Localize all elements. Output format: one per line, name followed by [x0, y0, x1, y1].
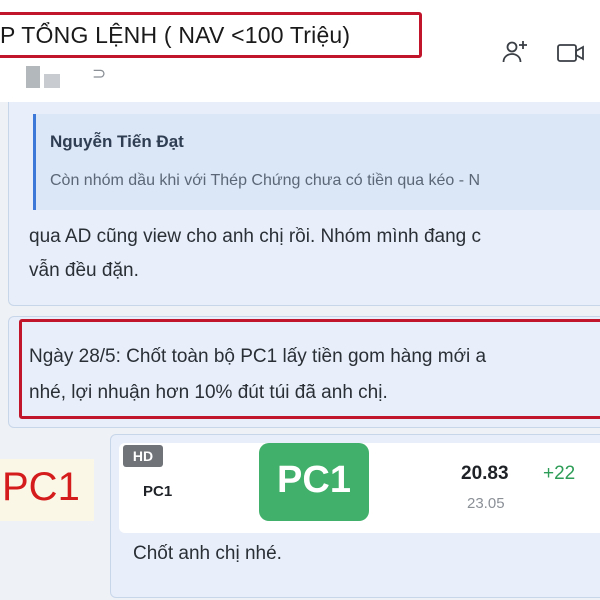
hd-badge: HD: [123, 445, 163, 467]
message-text: Ngày 28/5: Chốt toàn bộ PC1 lấy tiền gom…: [29, 339, 486, 411]
message-line: vẫn đều đặn.: [29, 260, 139, 281]
chat-header: P TỔNG LỆNH ( NAV <100 Triệu) ⊃: [0, 0, 600, 102]
message-line: qua AD cũng view cho anh chị rồi. Nhóm m…: [29, 226, 482, 247]
avatar-pixel: [44, 74, 60, 88]
add-user-icon[interactable]: [500, 38, 530, 68]
quoted-message[interactable]: Nguyễn Tiến Đạt Còn nhóm dầu khi với Thé…: [33, 114, 600, 210]
video-call-icon[interactable]: [556, 38, 586, 68]
arc-icon: ⊃: [92, 64, 107, 83]
message-bubble-highlighted: Ngày 28/5: Chốt toàn bộ PC1 lấy tiền gom…: [8, 316, 600, 428]
message-bubble: Nguyễn Tiến Đạt Còn nhóm dầu khi với Thé…: [8, 102, 600, 306]
message-line: nhé, lợi nhuận hơn 10% đút túi đã anh ch…: [29, 382, 388, 403]
stock-card[interactable]: HD PC1 PC1 20.83 23.05 +22: [119, 443, 600, 533]
stock-symbol: PC1: [143, 483, 173, 500]
stock-logo: PC1: [259, 443, 369, 521]
quote-text: Còn nhóm dầu khi với Thép Chứng chưa có …: [50, 172, 481, 189]
stock-price: 20.83: [461, 463, 509, 484]
reference-price: 23.05: [467, 495, 505, 512]
side-annotation: PC1: [0, 459, 94, 521]
message-text: qua AD cũng view cho anh chị rồi. Nhóm m…: [29, 220, 600, 288]
chat-title[interactable]: P TỔNG LỆNH ( NAV <100 Triệu): [0, 22, 350, 49]
price-change: +22: [543, 463, 576, 484]
member-avatar[interactable]: [26, 66, 68, 88]
avatar-pixel: [26, 66, 40, 88]
quote-author: Nguyễn Tiến Đạt: [50, 132, 184, 151]
stock-logo-text: PC1: [277, 459, 351, 501]
message-text: Chốt anh chị nhé.: [133, 543, 282, 564]
message-line: Ngày 28/5: Chốt toàn bộ PC1 lấy tiền gom…: [29, 346, 487, 367]
message-bubble: HD PC1 PC1 20.83 23.05 +22 Chốt anh chị …: [110, 434, 600, 598]
side-label: PC1: [2, 465, 80, 509]
